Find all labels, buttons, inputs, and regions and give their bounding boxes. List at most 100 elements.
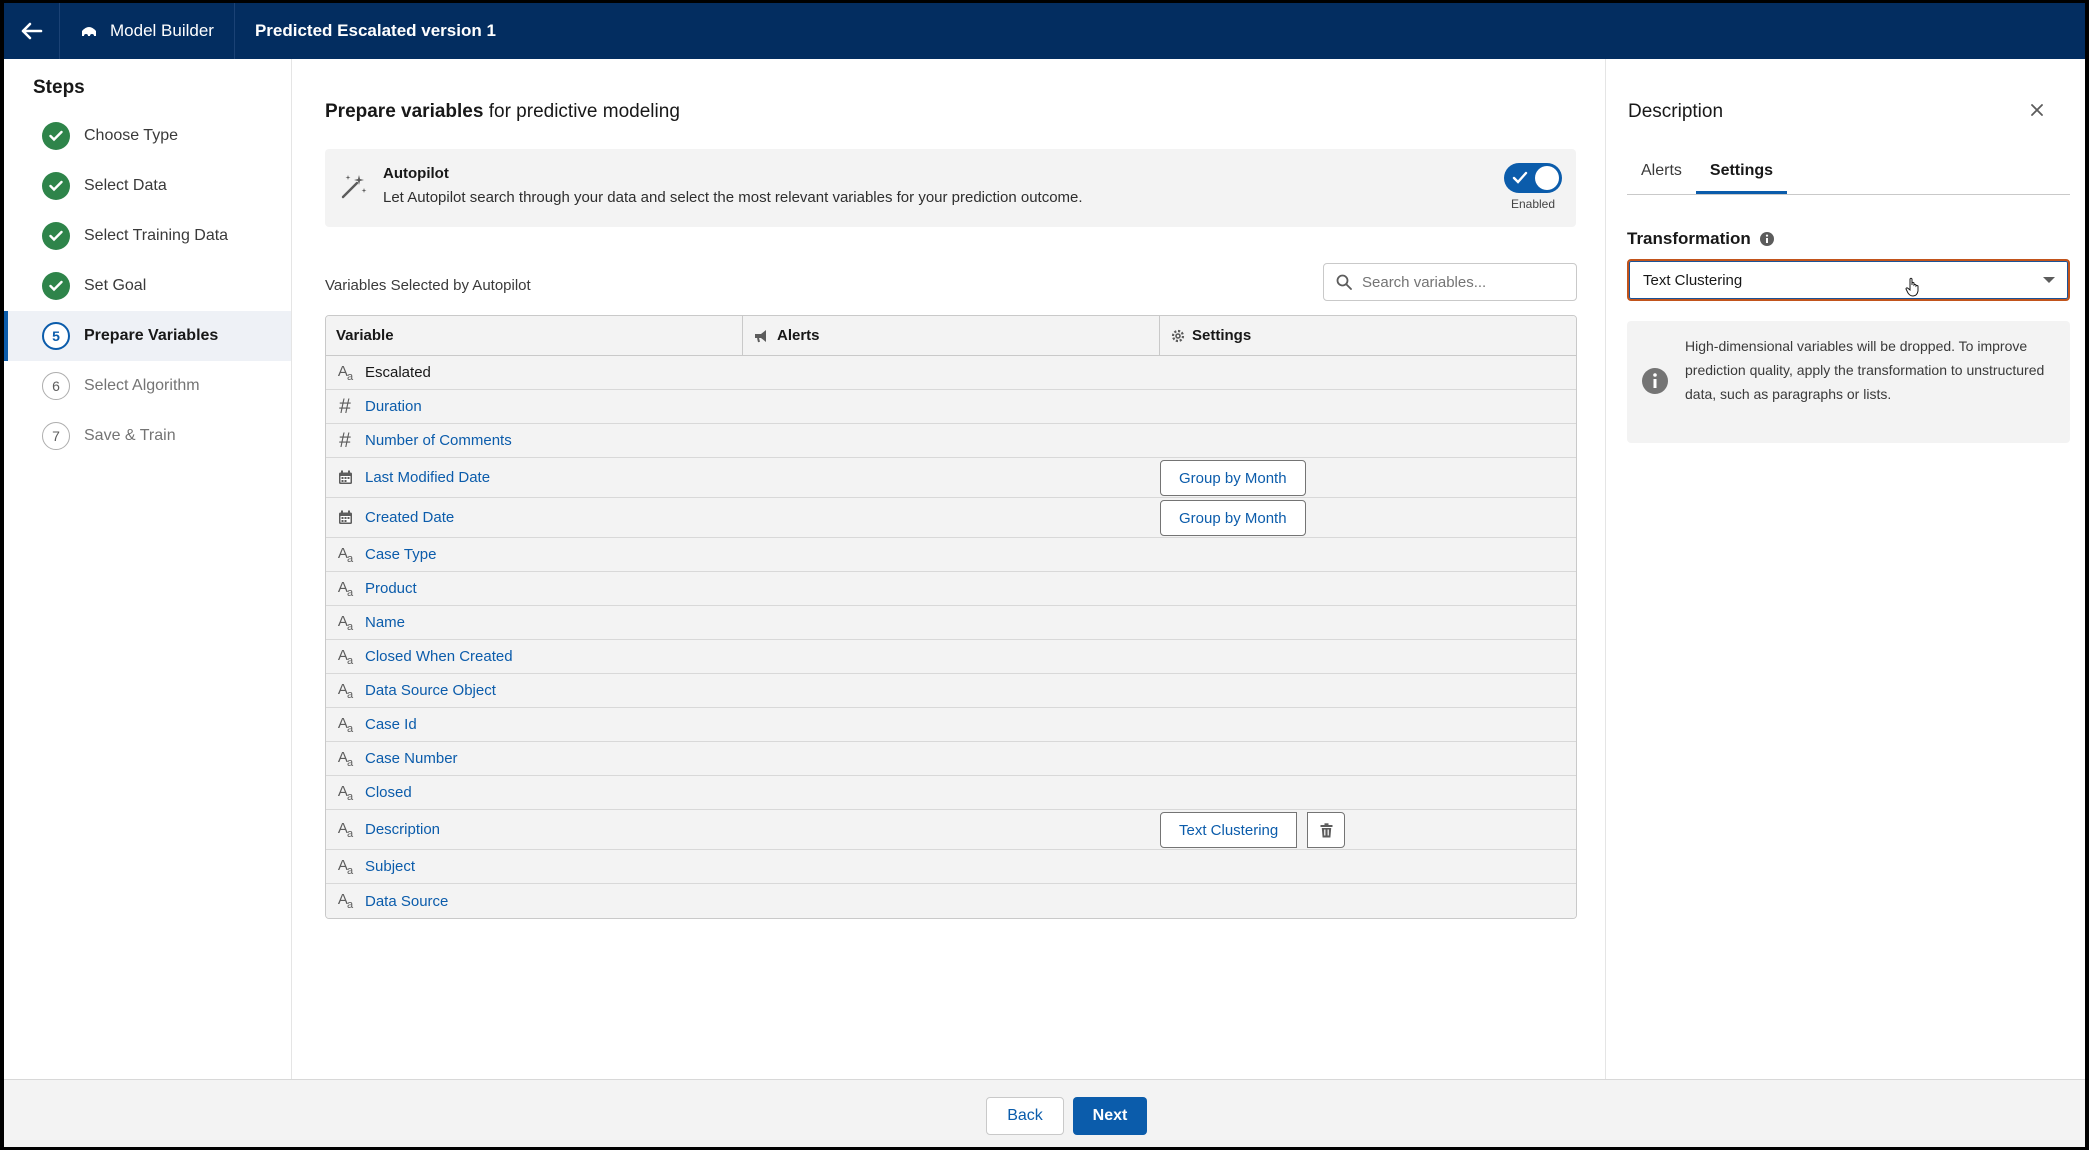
step-select-algorithm[interactable]: 6 Select Algorithm: [4, 361, 291, 411]
app-window: Model Builder Predicted Escalated versio…: [4, 3, 2085, 1147]
chevron-down-icon: [2043, 277, 2055, 283]
setting-button-text-clustering[interactable]: Text Clustering: [1160, 812, 1298, 848]
alerts-icon: [755, 329, 766, 342]
variable-type: Aa: [336, 749, 354, 769]
model-title: Predicted Escalated version 1: [254, 21, 496, 40]
footer-bar: Back Next: [4, 1079, 2085, 1147]
transformation-label-text: Transformation: [1627, 229, 1751, 248]
variable-name[interactable]: Created Date: [365, 509, 454, 526]
setting-button-group-by-month[interactable]: Group by Month: [1160, 500, 1306, 536]
tab-settings[interactable]: Settings: [1696, 147, 1787, 194]
variable-name[interactable]: Name: [365, 614, 405, 631]
autopilot-toggle[interactable]: [1504, 163, 1562, 193]
table-row: Aa Name: [326, 606, 1576, 640]
step-select-training-data[interactable]: Select Training Data: [4, 211, 291, 261]
calendar-icon: [338, 510, 352, 524]
variable-name[interactable]: Case Number: [365, 750, 458, 767]
step-choose-type[interactable]: Choose Type: [4, 111, 291, 161]
variable-type: Aa: [336, 715, 354, 735]
variable-name[interactable]: Closed: [365, 784, 412, 801]
transformation-select[interactable]: Text Clustering: [1627, 259, 2070, 301]
magic-wand-icon: [341, 175, 367, 199]
column-settings-label: Settings: [1192, 327, 1252, 344]
column-header-settings: Settings: [1160, 316, 1576, 355]
variable-name[interactable]: Subject: [365, 858, 415, 875]
search-box: [1323, 263, 1577, 301]
page-title-bold: Prepare variables: [325, 101, 484, 122]
variable-name[interactable]: Case Type: [365, 546, 436, 563]
step-label: Prepare Variables: [84, 327, 219, 344]
variable-name: Escalated: [365, 364, 431, 381]
step-label: Select Training Data: [84, 227, 229, 244]
close-icon[interactable]: [2026, 99, 2048, 121]
variable-type: [336, 510, 354, 525]
text-type-icon: Aa: [337, 891, 353, 911]
steps-sidebar: Steps Choose Type Select Data Select Train…: [4, 59, 292, 1079]
variable-name[interactable]: Last Modified Date: [365, 469, 490, 486]
model-builder-icon: [82, 27, 96, 38]
table-body: Aa Escalated # Duration # Number of Comments L…: [326, 356, 1576, 918]
table-row: Aa Case Number: [326, 742, 1576, 776]
check-circle-icon: [42, 222, 70, 250]
variable-type: Aa: [336, 681, 354, 701]
table-header: Variable Alerts Settings: [326, 316, 1576, 356]
step-label: Choose Type: [84, 127, 178, 144]
variable-type: Aa: [336, 891, 354, 911]
delete-setting-button[interactable]: [1307, 812, 1345, 848]
note-text: High-dimensional variables will be dropp…: [1685, 338, 2045, 402]
step-list: Choose Type Select Data Select Training Da…: [4, 111, 291, 461]
check-icon: [49, 280, 63, 292]
step-set-goal[interactable]: Set Goal: [4, 261, 291, 311]
table-row: Aa Description Text Clustering: [326, 810, 1576, 850]
variable-type: Aa: [336, 579, 354, 599]
description-panel: Description Alerts Settings Transformatio…: [1605, 59, 2085, 1079]
tab-alerts[interactable]: Alerts: [1627, 147, 1696, 194]
table-row: Aa Product: [326, 572, 1576, 606]
step-prepare-variables[interactable]: 5 Prepare Variables: [4, 311, 291, 361]
autopilot-title: Autopilot: [383, 165, 449, 182]
back-button[interactable]: Back: [986, 1097, 1064, 1135]
variable-type: Aa: [336, 613, 354, 633]
next-button[interactable]: Next: [1073, 1097, 1147, 1135]
variable-name[interactable]: Closed When Created: [365, 648, 513, 665]
step-select-data[interactable]: Select Data: [4, 161, 291, 211]
variable-name[interactable]: Number of Comments: [365, 432, 512, 449]
column-header-variable: Variable: [326, 316, 743, 355]
breadcrumb-model-builder[interactable]: Model Builder: [60, 3, 235, 59]
back-arrow-icon: [21, 22, 42, 40]
text-type-icon: Aa: [337, 544, 353, 565]
text-type-icon: Aa: [337, 748, 353, 769]
setting-button-group-by-month[interactable]: Group by Month: [1160, 460, 1306, 496]
variable-name[interactable]: Duration: [365, 398, 422, 415]
search-input[interactable]: [1362, 273, 1562, 291]
number-type-icon: #: [339, 394, 351, 418]
table-row: Created Date Group by Month: [326, 498, 1576, 538]
table-row: # Number of Comments: [326, 424, 1576, 458]
variable-name[interactable]: Case Id: [365, 716, 417, 733]
variables-label: Variables Selected by Autopilot: [325, 277, 531, 294]
check-icon: [49, 130, 63, 142]
column-variable-label: Variable: [336, 327, 394, 344]
check-icon: [49, 230, 63, 242]
trash-icon: [1320, 822, 1332, 837]
gear-icon: [1171, 329, 1185, 342]
text-type-icon: Aa: [337, 362, 353, 383]
autopilot-card: Autopilot Let Autopilot search through y…: [325, 149, 1576, 227]
variable-name[interactable]: Data Source: [365, 893, 448, 910]
variable-name[interactable]: Description: [365, 821, 440, 838]
transformation-note: High-dimensional variables will be dropp…: [1627, 321, 2070, 443]
text-type-icon: Aa: [337, 578, 353, 599]
panel-title: Description: [1628, 101, 1724, 122]
text-type-icon: Aa: [337, 680, 353, 701]
main-content: Prepare variables for predictive modelin…: [293, 59, 1604, 1079]
info-icon[interactable]: [1759, 231, 1775, 247]
text-type-icon: Aa: [337, 856, 353, 877]
back-arrow-button[interactable]: [4, 3, 60, 59]
step-label: Set Goal: [84, 277, 147, 294]
variable-name[interactable]: Product: [365, 580, 417, 597]
variable-name[interactable]: Data Source Object: [365, 682, 496, 699]
column-header-alerts: Alerts: [743, 316, 1160, 355]
table-row: # Duration: [326, 390, 1576, 424]
table-row: Aa Case Type: [326, 538, 1576, 572]
step-save-train[interactable]: 7 Save & Train: [4, 411, 291, 461]
